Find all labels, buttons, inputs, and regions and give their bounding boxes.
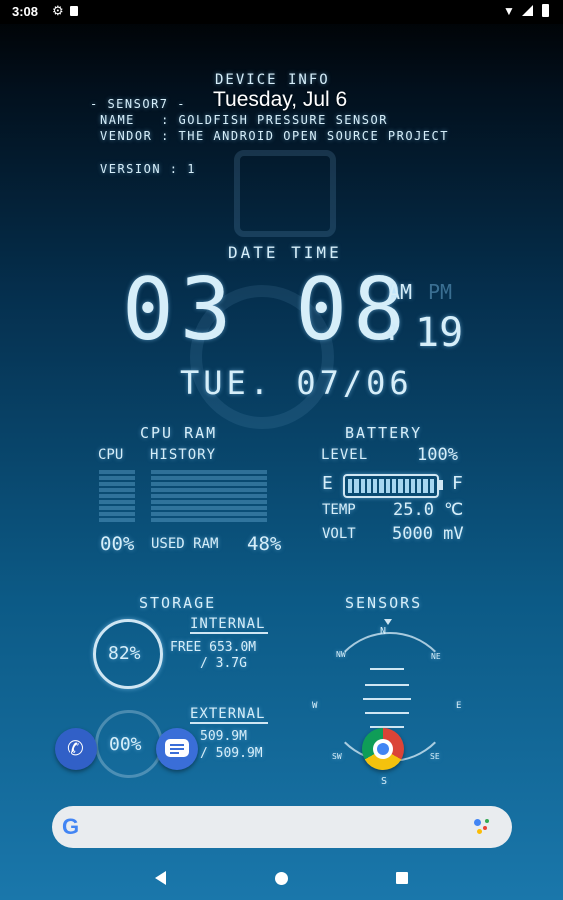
cpu-meter (99, 470, 135, 522)
level-line (370, 668, 404, 670)
compass-ne-label: NE (431, 652, 441, 661)
compass-n-label: N (380, 626, 387, 637)
date-widget[interactable]: Tuesday, Jul 6 (213, 88, 347, 112)
storage-title: STORAGE (139, 594, 217, 612)
compass-needle-icon (384, 619, 392, 625)
volt-label: VOLT (322, 526, 356, 542)
battery-title: BATTERY (345, 424, 423, 442)
battery-gauge-nub (439, 480, 443, 490)
cpu-percent: 00% (100, 533, 135, 555)
internal-label: INTERNAL (190, 616, 268, 634)
chrome-center (377, 743, 389, 755)
compass-se-label: SE (430, 752, 440, 761)
compass-nw-label: NW (336, 650, 346, 659)
am-indicator: AM (388, 280, 413, 304)
sensors-title: SENSORS (345, 594, 423, 612)
phone-app-icon[interactable]: ✆ (55, 728, 97, 770)
level-line (363, 698, 411, 700)
date-display: TUE. 07/06 (180, 364, 413, 402)
back-button[interactable] (155, 871, 166, 885)
sensor-name-row: NAME : GOLDFISH PRESSURE SENSOR (100, 113, 388, 127)
settings-gear-icon: ⚙ (52, 3, 64, 18)
battery-status-icon (542, 4, 549, 17)
cpu-label: CPU (98, 447, 124, 463)
signal-icon (522, 5, 533, 16)
battery-level-value: 100% (417, 445, 458, 465)
seconds-colon: : (384, 317, 400, 347)
sensor-vendor-row: VENDOR : THE ANDROID OPEN SOURCE PROJECT (100, 129, 449, 143)
temp-label: TEMP (322, 502, 356, 518)
status-bar: 3:08 ⚙ ▼ (0, 0, 563, 24)
sensor-label: - SENSOR7 - (90, 97, 186, 111)
chrome-app-icon[interactable] (362, 728, 404, 770)
internal-storage-percent: 82% (108, 643, 141, 664)
device-info-title: DEVICE INFO (215, 72, 330, 88)
clock-digits[interactable]: 03 08 (122, 267, 411, 353)
sensor-version-row: VERSION : 1 (100, 162, 196, 176)
battery-gauge-fill (348, 479, 434, 493)
battery-empty-label: E (322, 473, 333, 494)
phone-watermark-icon (234, 150, 336, 237)
google-search-bar[interactable] (52, 806, 512, 848)
ram-percent: 48% (247, 533, 282, 555)
compass-w-label: W (312, 701, 318, 711)
battery-full-label: F (452, 473, 463, 494)
internal-total: / 3.7G (200, 656, 247, 671)
assistant-mic-icon[interactable] (472, 816, 492, 838)
used-ram-label: USED RAM (151, 536, 219, 552)
compass-s-label: S (381, 776, 388, 787)
external-storage-percent: 00% (109, 734, 142, 755)
status-time: 3:08 (12, 4, 39, 19)
sd-card-icon (70, 6, 78, 16)
home-button[interactable] (275, 872, 288, 885)
external-label: EXTERNAL (190, 706, 268, 724)
wifi-icon: ▼ (503, 4, 515, 18)
battery-level-label: LEVEL (321, 447, 369, 463)
temp-value: 25.0 ℃ (393, 500, 464, 520)
history-label: HISTORY (150, 447, 217, 463)
compass-sw-label: SW (332, 752, 342, 761)
recents-button[interactable] (396, 872, 408, 884)
level-line (365, 684, 409, 686)
level-line (365, 712, 409, 714)
cpu-ram-title: CPU RAM (140, 424, 218, 442)
ram-history-meter (151, 470, 267, 522)
external-free: 509.9M (200, 729, 247, 744)
internal-free: FREE 653.0M (170, 640, 257, 655)
compass-e-label: E (456, 701, 462, 711)
seconds-display: 19 (415, 310, 464, 356)
messages-app-icon[interactable] (156, 728, 198, 770)
message-bubble-icon (165, 739, 189, 757)
pm-indicator: PM (428, 280, 453, 304)
battery-gauge (343, 474, 439, 498)
phone-handset-icon: ✆ (67, 736, 84, 760)
google-g-icon[interactable]: G (62, 814, 79, 840)
external-total: / 509.9M (200, 746, 263, 761)
volt-value: 5000 mV (392, 524, 464, 544)
